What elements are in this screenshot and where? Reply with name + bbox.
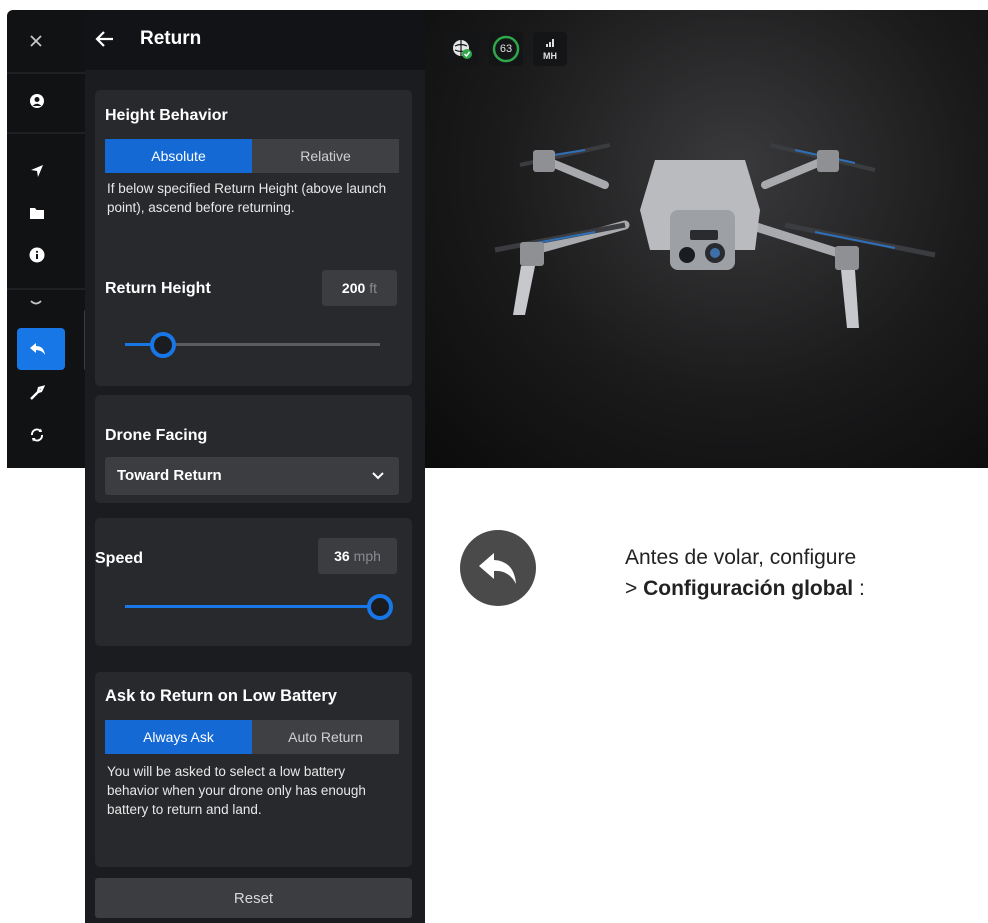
rail-flight[interactable] [7, 150, 85, 192]
rail-media[interactable] [7, 192, 85, 234]
return-height-slider-knob[interactable] [150, 332, 177, 358]
tip-line-2: > Configuración global : [625, 577, 865, 600]
speed-card: Speed 36 mph [95, 518, 412, 646]
back-arrow-icon[interactable] [95, 30, 115, 48]
relative-option[interactable]: Relative [252, 139, 399, 173]
close-button[interactable] [7, 20, 85, 62]
speed-slider-knob[interactable] [367, 594, 393, 620]
rail-info[interactable] [7, 234, 85, 276]
chevron-down-icon [30, 300, 42, 305]
rail-collapse[interactable] [7, 282, 85, 324]
always-ask-option[interactable]: Always Ask [105, 720, 252, 754]
navigation-arrow-icon [31, 165, 43, 177]
low-battery-toggle: Always Ask Auto Return [105, 720, 399, 754]
drone-facing-label: Drone Facing [105, 427, 208, 444]
return-icon [30, 343, 45, 355]
chevron-down-icon [372, 472, 384, 480]
height-behavior-card: Height Behavior Absolute Relative If bel… [95, 90, 412, 386]
drone-facing-dropdown[interactable]: Toward Return [105, 457, 399, 495]
low-battery-card: Ask to Return on Low Battery Always Ask … [95, 672, 412, 867]
return-height-label: Return Height [105, 280, 211, 297]
sync-icon [31, 428, 43, 442]
speed-value[interactable]: 36 mph [318, 538, 397, 574]
global-settings-link: Configuración global [643, 577, 854, 600]
rail-tools[interactable] [7, 372, 85, 414]
wrench-icon [30, 385, 45, 400]
rail-account[interactable] [7, 80, 85, 122]
return-height-value[interactable]: 200 ft [322, 270, 397, 306]
account-icon [30, 94, 44, 108]
auto-return-option[interactable]: Auto Return [252, 720, 399, 754]
low-battery-description: You will be asked to select a low batter… [107, 764, 366, 817]
return-settings-panel: Return Height Behavior Absolute Relative… [85, 10, 425, 923]
panel-title: Return [140, 28, 202, 49]
absolute-option[interactable]: Absolute [105, 139, 252, 173]
height-behavior-description: If below specified Return Height (above … [107, 181, 387, 215]
folder-icon [30, 208, 44, 219]
return-icon [479, 553, 516, 584]
close-icon [30, 35, 42, 47]
rail-return[interactable] [17, 328, 65, 370]
low-battery-title: Ask to Return on Low Battery [105, 687, 337, 705]
height-behavior-title: Height Behavior [105, 107, 228, 124]
tip-line-1: Antes de volar, configure [625, 546, 857, 569]
rail-sync[interactable] [7, 414, 85, 456]
height-behavior-toggle: Absolute Relative [105, 139, 399, 173]
drone-image [494, 143, 936, 328]
panel-header: Return [85, 10, 425, 70]
reset-button[interactable]: Reset [95, 878, 412, 918]
info-icon [29, 247, 45, 263]
icon-rail [7, 10, 87, 468]
tip-text: Antes de volar, configure > Configuració… [625, 542, 988, 604]
drone-facing-card: Drone Facing Toward Return [95, 395, 412, 503]
drone-preview: 63 MH [425, 10, 988, 468]
speed-fill [125, 605, 380, 608]
return-tip-badge [460, 530, 536, 606]
speed-label: Speed [95, 550, 144, 567]
